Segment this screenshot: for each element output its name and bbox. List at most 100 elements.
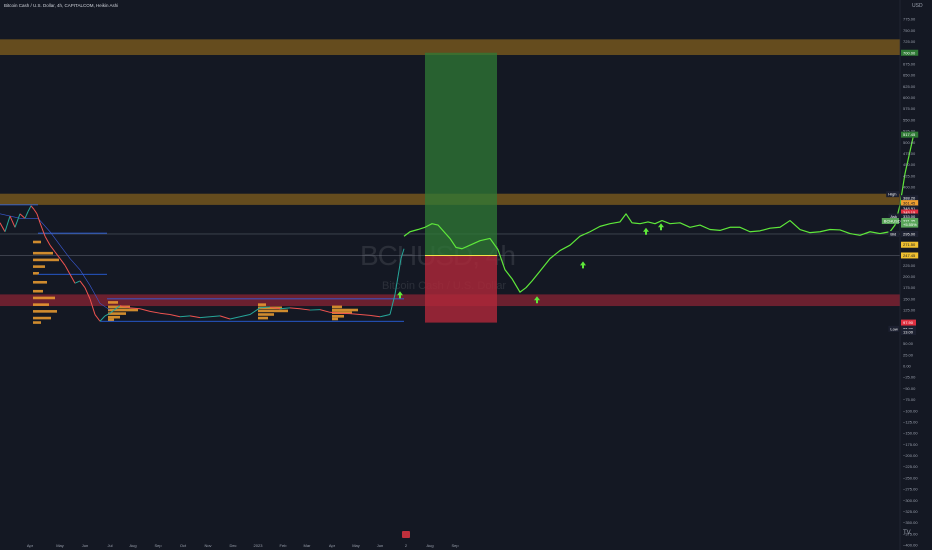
price-segment-15	[59, 258, 66, 266]
x-tick-label: Mar	[304, 543, 312, 548]
y-tick-label: 600.00	[903, 95, 916, 100]
arrow-up-icon	[643, 227, 649, 235]
y-tick-label: −225.00	[903, 464, 918, 469]
x-tick-label: Oct	[180, 543, 187, 548]
price-segment-23	[99, 315, 106, 322]
y-tick-label: −250.00	[903, 475, 918, 480]
price-segment-55	[397, 258, 402, 277]
tradingview-logo[interactable]: TV	[903, 530, 911, 536]
price-segment-32	[179, 315, 191, 318]
volume-profile	[33, 240, 358, 324]
price-tag-label: 271.50	[903, 242, 916, 247]
price-segment-37	[229, 316, 241, 320]
price-tag-label: 97.90	[903, 320, 914, 325]
y-tick-label: 25.00	[903, 352, 914, 357]
vp-bar-3-1	[332, 308, 358, 312]
price-segment-51	[369, 314, 381, 318]
price-segment-28	[139, 308, 151, 312]
price-segment-5	[19, 213, 26, 219]
price-segment-49	[349, 313, 361, 316]
vp-bar-0-1	[33, 251, 53, 255]
y-tick-label: −75.00	[903, 397, 916, 402]
y-tick-label: −275.00	[903, 487, 918, 492]
y-tick-label: −200.00	[903, 453, 918, 458]
price-segment-35	[209, 315, 221, 318]
price-segment-13	[49, 244, 56, 253]
vp-bar-2-2	[258, 309, 288, 313]
y-tick-label: −400.00	[903, 543, 918, 548]
vp-bar-0-3	[33, 265, 45, 268]
x-tick-label: Apr	[27, 543, 34, 548]
y-tick-label: 150.00	[903, 296, 916, 301]
long-position	[425, 52, 497, 323]
x-tick-label: Nov	[204, 543, 211, 548]
vp-bar-0-8	[33, 303, 49, 306]
y-tick-label: 400.00	[903, 185, 916, 190]
y-tick-label: 725.00	[903, 39, 916, 44]
price-tag-label: BCHUSD	[884, 219, 901, 224]
price-segment-7	[27, 205, 32, 212]
price-segment-4	[14, 213, 21, 228]
price-segment-19	[79, 280, 86, 288]
vp-bar-2-3	[258, 313, 274, 316]
y-tick-label: 650.00	[903, 73, 916, 78]
arrow-up-icon	[580, 261, 586, 269]
x-tick-label: 2	[405, 543, 408, 548]
y-tick-label: 0.00	[903, 364, 912, 369]
vp-bar-0-2	[33, 258, 59, 262]
x-tick-label: Sep	[154, 543, 162, 548]
price-tag-label: 700.00	[903, 50, 916, 55]
vp-bar-1-4	[108, 315, 120, 319]
price-tag-label: Bid	[890, 231, 896, 236]
y-tick-label: −325.00	[903, 509, 918, 514]
price-tag-label: 295.00	[903, 231, 916, 236]
y-tick-label: 225.00	[903, 263, 916, 268]
y-tick-label: 500.00	[903, 140, 916, 145]
price-segment-27	[129, 307, 141, 310]
price-segment-44	[299, 308, 311, 311]
y-tick-label: −125.00	[903, 419, 918, 424]
vp-bar-3-0	[332, 305, 342, 309]
zone-resistance-0	[0, 39, 900, 55]
chart-canvas[interactable]: 775.00 750.00 725.00 700.00 675.00 650.00 625.…	[0, 0, 932, 550]
vp-bar-0-11	[33, 321, 41, 324]
price-tag-label: 13.00	[903, 329, 914, 334]
y-tick-label: 50.00	[903, 341, 914, 346]
y-tick-label: 775.00	[903, 17, 916, 22]
x-tick-label: 2023	[254, 543, 264, 548]
price-segment-1	[0, 222, 6, 232]
x-tick-label: Feb	[280, 543, 288, 548]
x-tick-label: Dec	[229, 543, 236, 548]
y-tick-label: −25.00	[903, 375, 916, 380]
vp-bar-1-0	[108, 301, 118, 304]
price-segment-22	[94, 314, 101, 322]
price-segment-33	[189, 315, 201, 319]
price-segment-56	[400, 248, 405, 259]
price-tag-label: Low	[890, 326, 897, 331]
y-tick-label: 675.00	[903, 61, 916, 66]
vp-bar-0-10	[33, 316, 51, 320]
x-tick-label: Jun	[377, 543, 383, 548]
x-tick-label: Aug	[129, 543, 136, 548]
price-segment-9	[33, 209, 38, 215]
price-segment-38	[239, 314, 251, 318]
y-tick-label: 575.00	[903, 106, 916, 111]
time-axis: Apr May Jun Jul Aug Sep Oct Nov Dec 2023 Feb Mar Apr…	[27, 531, 459, 548]
y-tick-label: 425.00	[903, 173, 916, 178]
price-segment-43	[289, 307, 301, 310]
price-segment-6	[24, 211, 29, 219]
y-tick-label: 625.00	[903, 84, 916, 89]
y-tick-label: −175.00	[903, 442, 918, 447]
vp-bar-3-3	[332, 314, 344, 318]
price-tag-label: 247.45	[903, 253, 916, 258]
vp-bar-0-5	[33, 280, 47, 284]
price-tag-label: High	[888, 192, 896, 197]
price-segment-52	[379, 314, 391, 318]
y-tick-label: 475.00	[903, 151, 916, 156]
price-segment-2	[4, 215, 11, 232]
arrow-up-icon	[658, 223, 664, 231]
vp-bar-3-4	[332, 317, 338, 321]
price-segment-12	[44, 235, 51, 246]
price-tag-label: 361.45	[903, 201, 916, 206]
price-segment-36	[219, 315, 231, 320]
